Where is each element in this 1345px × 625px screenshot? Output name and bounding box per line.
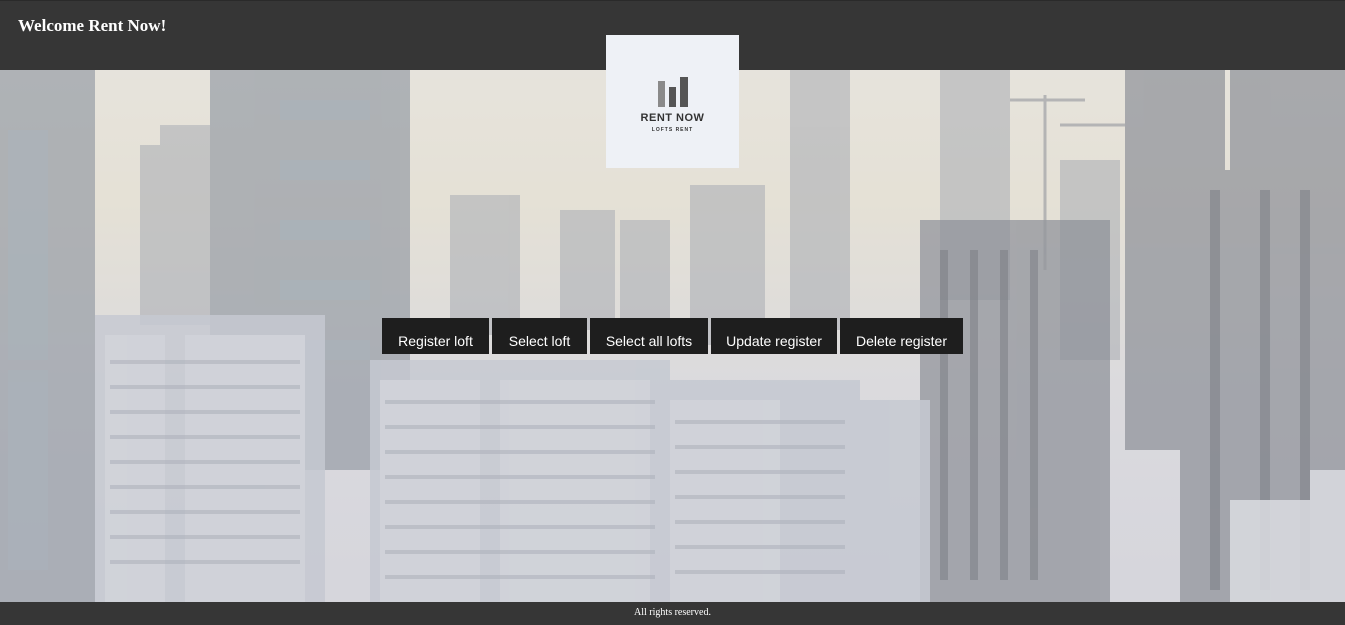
- brand-logo: RENT NOW LOFTS RENT: [606, 35, 739, 168]
- page-title: Welcome Rent Now!: [18, 16, 167, 35]
- page: Welcome Rent Now! RENT NOW LOFTS RENT Re…: [0, 0, 1345, 625]
- update-register-button[interactable]: Update register: [711, 318, 837, 354]
- logo-name: RENT NOW: [640, 112, 705, 124]
- logo-tagline: LOFTS RENT: [651, 127, 694, 133]
- register-loft-button[interactable]: Register loft: [382, 318, 489, 354]
- footer-copyright: All rights reserved.: [634, 607, 711, 618]
- delete-register-button[interactable]: Delete register: [840, 318, 963, 354]
- footer: All rights reserved.: [0, 602, 1345, 625]
- select-all-lofts-button[interactable]: Select all lofts: [590, 318, 708, 354]
- bar-building-logo-icon: [658, 77, 688, 107]
- select-loft-button[interactable]: Select loft: [492, 318, 587, 354]
